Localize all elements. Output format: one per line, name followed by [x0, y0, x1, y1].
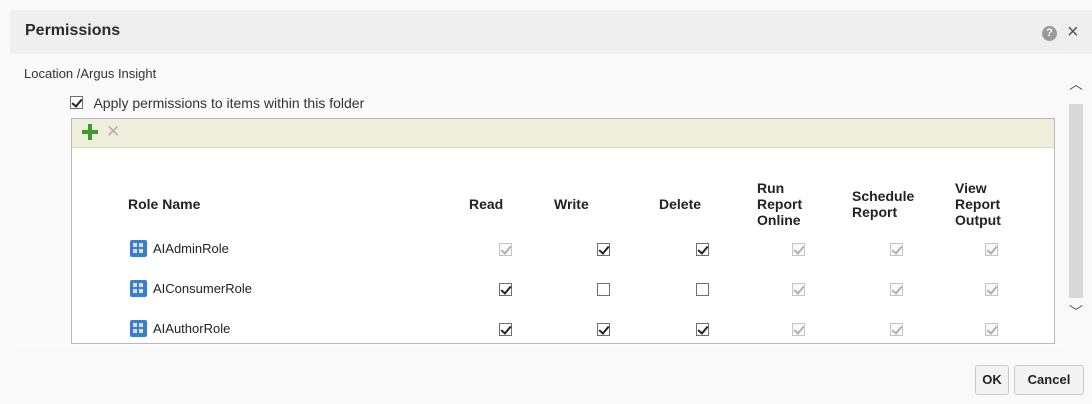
permission-checkbox-delete[interactable] — [696, 323, 709, 336]
scroll-track[interactable] — [1069, 104, 1083, 298]
permission-checkbox-view — [985, 243, 998, 256]
remove-icon[interactable]: ✕ — [106, 123, 120, 140]
ok-button[interactable]: OK — [975, 365, 1009, 395]
column-header-delete: Delete — [659, 196, 701, 212]
column-header-read: Read — [469, 196, 503, 212]
dialog-titlebar: Permissions ? × — [10, 10, 1092, 54]
apply-permissions-checkbox[interactable] — [70, 96, 83, 110]
dialog-content: Location /Argus Insight Apply permission… — [10, 54, 1064, 348]
permission-checkbox-read[interactable] — [499, 323, 512, 336]
apply-permissions-row[interactable]: Apply permissions to items within this f… — [70, 94, 364, 112]
permission-checkbox-read[interactable] — [499, 283, 512, 296]
permission-checkbox-schedule — [890, 283, 903, 296]
add-icon[interactable] — [82, 124, 98, 140]
role-name: AIConsumerRole — [153, 281, 252, 297]
column-header-read-line: Read — [469, 196, 504, 212]
role-name: AIAdminRole — [153, 241, 229, 257]
column-header-schedule-line: Report — [852, 204, 898, 220]
column-header-write-line: Write — [554, 196, 589, 212]
column-header-view-line: Report — [955, 196, 1001, 212]
permission-checkbox-view — [985, 283, 998, 296]
permission-checkbox-read — [499, 243, 512, 256]
table-row-role: AIAdminRole — [130, 240, 229, 258]
permission-checkbox-run — [792, 323, 805, 336]
role-icon — [130, 320, 147, 338]
permission-checkbox-write[interactable] — [597, 283, 610, 296]
table-toolbar: ✕ — [72, 119, 1054, 148]
scroll-down-icon[interactable]: ﹀ — [1069, 302, 1083, 322]
column-header-run-line: Online — [757, 212, 801, 228]
help-icon[interactable]: ? — [1042, 26, 1057, 41]
column-header-write: Write — [554, 196, 589, 212]
permissions-dialog: Permissions ? × Location /Argus Insight … — [0, 0, 1092, 404]
permissions-table-panel: ✕ Role Name Read Write Delete Run Report Onlin… — [71, 118, 1055, 344]
permission-checkbox-schedule — [890, 243, 903, 256]
permission-checkbox-run — [792, 283, 805, 296]
location-label: Location /Argus Insight — [24, 66, 157, 81]
dialog-title: Permissions — [25, 22, 121, 39]
column-header-delete-line: Delete — [659, 196, 702, 212]
column-header-run-line: Run — [757, 180, 785, 196]
permission-checkbox-write[interactable] — [597, 323, 610, 336]
permission-checkbox-run — [792, 243, 805, 256]
apply-permissions-label: Apply permissions to items within this f… — [93, 94, 365, 111]
role-name: AIAuthorRole — [153, 321, 231, 337]
column-header-role-line: Role Name — [128, 196, 201, 212]
column-header-run: Run Report Online — [757, 180, 802, 228]
column-header-run-line: Report — [757, 196, 803, 212]
cancel-button[interactable]: Cancel — [1014, 365, 1084, 395]
vertical-scrollbar[interactable]: ︿ ﹀ — [1066, 70, 1086, 342]
column-header-schedule-line: Schedule — [852, 188, 915, 204]
close-icon[interactable]: × — [1067, 21, 1079, 43]
permission-checkbox-view — [985, 323, 998, 336]
column-header-schedule: Schedule Report — [852, 188, 914, 220]
permission-checkbox-schedule — [890, 323, 903, 336]
permission-checkbox-delete[interactable] — [696, 243, 709, 256]
column-header-view-line: Output — [955, 212, 1001, 228]
column-header-role: Role Name — [128, 196, 200, 212]
permission-checkbox-write[interactable] — [597, 243, 610, 256]
column-header-view-line: View — [955, 180, 987, 196]
column-header-view: View Report Output — [955, 180, 1001, 228]
permission-checkbox-delete[interactable] — [696, 283, 709, 296]
role-icon — [130, 240, 147, 258]
role-icon — [130, 280, 147, 298]
table-row-role: AIAuthorRole — [130, 320, 231, 338]
table-row-role: AIConsumerRole — [130, 280, 252, 298]
scroll-up-icon[interactable]: ︿ — [1069, 74, 1083, 94]
